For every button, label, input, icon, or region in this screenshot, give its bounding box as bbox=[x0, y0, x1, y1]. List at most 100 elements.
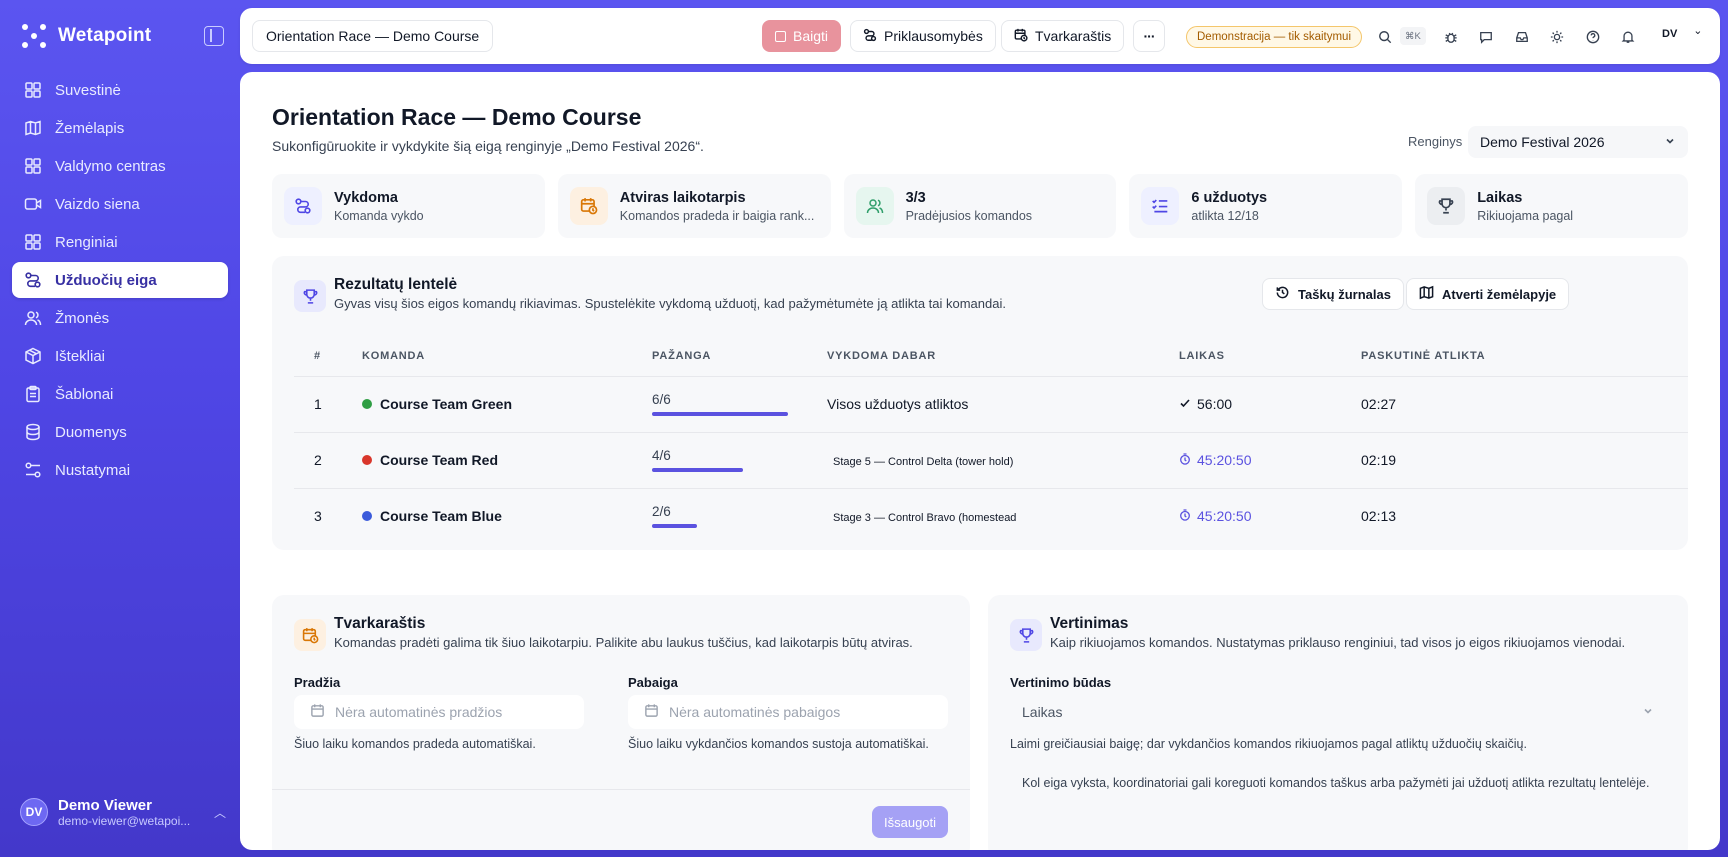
map-icon bbox=[1419, 285, 1434, 303]
calendar-icon bbox=[644, 703, 659, 721]
events-icon bbox=[24, 233, 42, 251]
current-task-cell[interactable]: Stage 5 — Control Delta (tower hold) bbox=[827, 432, 1179, 489]
stat-card: 6 užduotys atlikta 12/18 bbox=[1129, 174, 1403, 238]
user-menu[interactable]: DV Demo Viewer demo-viewer@wetapoi... ︿ bbox=[20, 794, 226, 830]
start-label: Pradžia bbox=[294, 675, 341, 690]
leaderboard-table: # KOMANDA PAŽANGA VYKDOMA DABAR LAIKAS PASKUT… bbox=[294, 336, 1688, 544]
current-task-cell: Visos užduotys atliktos bbox=[827, 376, 1179, 433]
sidebar-item-label: Valdymo centras bbox=[55, 157, 166, 175]
current-task-cell[interactable]: Stage 3 — Control Bravo (homestead bbox=[827, 488, 1179, 544]
sidebar-item-label: Šablonai bbox=[55, 385, 114, 403]
time: 56:00 bbox=[1179, 396, 1361, 412]
time-cell: 45:20:50 bbox=[1179, 432, 1361, 489]
bell-icon[interactable] bbox=[1621, 30, 1635, 44]
end-placeholder: Nėra automatinės pabaigos bbox=[669, 704, 841, 720]
topbar-user-initials: DV bbox=[1662, 28, 1678, 40]
sidebar-item-9[interactable]: Duomenys bbox=[12, 414, 228, 450]
sun-icon[interactable] bbox=[1550, 30, 1564, 44]
time-value: 45:20:50 bbox=[1197, 452, 1252, 468]
settings-icon bbox=[24, 461, 42, 479]
table-row[interactable]: 2 Course Team Red 4/6 Stage 5 — Control Del… bbox=[294, 432, 1688, 489]
scoring-method-select[interactable]: Laikas bbox=[1010, 695, 1666, 729]
sidebar-collapse-icon[interactable] bbox=[204, 26, 224, 46]
rank-cell: 3 bbox=[314, 508, 322, 525]
trophy-icon bbox=[294, 280, 326, 312]
list-check-icon bbox=[1141, 187, 1180, 225]
current-task[interactable]: Stage 3 — Control Bravo (homestead bbox=[827, 512, 1016, 524]
sidebar-item-6[interactable]: Žmonės bbox=[12, 300, 228, 336]
sidebar-item-7[interactable]: Ištekliai bbox=[12, 338, 228, 374]
topbar-user-menu[interactable]: DV ⌄ bbox=[1662, 25, 1703, 40]
calendar-clock-icon bbox=[569, 187, 608, 225]
column-header: KOMANDA bbox=[362, 336, 652, 377]
chat-icon[interactable] bbox=[1479, 30, 1493, 44]
search-icon[interactable] bbox=[1378, 30, 1392, 44]
sidebar-item-0[interactable]: Suvestinė bbox=[12, 72, 228, 108]
calendar-clock-icon bbox=[294, 619, 326, 651]
team-name: Course Team Green bbox=[380, 396, 513, 412]
sidebar-item-label: Užduočių eiga bbox=[55, 271, 157, 289]
team-color-dot bbox=[362, 455, 372, 465]
grid-icon bbox=[24, 157, 42, 175]
sidebar-item-label: Vaizdo siena bbox=[55, 195, 140, 213]
sidebar-item-8[interactable]: Šablonai bbox=[12, 376, 228, 412]
breadcrumb[interactable]: Orientation Race — Demo Course bbox=[252, 20, 494, 52]
clipboard-icon bbox=[24, 385, 42, 403]
stat-card: 3/3 Pradėjusios komandos bbox=[843, 174, 1117, 238]
sidebar-item-label: Žemėlapis bbox=[55, 119, 125, 137]
schedule-button[interactable]: Tvarkaraštis bbox=[1001, 20, 1125, 52]
save-button[interactable]: Išsaugoti bbox=[872, 806, 949, 838]
sidebar-item-5[interactable]: Užduočių eiga bbox=[12, 262, 228, 298]
main-content: Orientation Race — Demo Course Sukonfigū… bbox=[240, 72, 1720, 850]
dependencies-button[interactable]: Priklausomybės bbox=[850, 20, 996, 52]
finish-button[interactable]: Baigti bbox=[762, 20, 842, 52]
sidebar-item-4[interactable]: Renginiai bbox=[12, 224, 228, 260]
sidebar-item-label: Suvestinė bbox=[55, 81, 121, 99]
sidebar-item-3[interactable]: Vaizdo siena bbox=[12, 186, 228, 222]
scoring-subtitle: Kaip rikiuojamos komandos. Nustatymas pr… bbox=[1050, 635, 1626, 650]
sidebar-item-10[interactable]: Nustatymai bbox=[12, 452, 228, 488]
open-map-button[interactable]: Atverti žemėlapyje bbox=[1406, 278, 1570, 310]
inbox-icon[interactable] bbox=[1515, 30, 1529, 44]
time-value: 56:00 bbox=[1197, 396, 1233, 412]
timer-icon bbox=[1179, 508, 1191, 524]
stat-subtitle: Komanda vykdo bbox=[334, 208, 424, 223]
topbar: Orientation Race — Demo Course Baigti Pr… bbox=[240, 8, 1720, 64]
help-icon[interactable] bbox=[1586, 30, 1600, 44]
leaderboard-title: Rezultatų lentelė bbox=[334, 276, 458, 293]
column-header: VYKDOMA DABAR bbox=[827, 336, 1179, 377]
table-header-row: # KOMANDA PAŽANGA VYKDOMA DABAR LAIKAS PASKUT… bbox=[294, 336, 1688, 377]
stop-icon bbox=[775, 30, 786, 42]
more-button[interactable]: ··· bbox=[1133, 20, 1165, 52]
time: 45:20:50 bbox=[1179, 452, 1361, 468]
time: 45:20:50 bbox=[1179, 508, 1361, 524]
brand[interactable]: Wetapoint bbox=[22, 22, 151, 50]
user-name: Demo Viewer bbox=[58, 796, 152, 814]
team-name: Course Team Red bbox=[380, 452, 498, 468]
stat-subtitle: Komandos pradeda ir baigia rank... bbox=[619, 208, 815, 223]
event-select[interactable]: Demo Festival 2026 bbox=[1468, 126, 1688, 158]
progress-label: 2/6 bbox=[652, 504, 671, 520]
sidebar-item-label: Žmonės bbox=[55, 309, 110, 327]
timer-icon bbox=[1179, 452, 1191, 468]
current-task[interactable]: Stage 5 — Control Delta (tower hold) bbox=[827, 456, 1013, 468]
sidebar-item-1[interactable]: Žemėlapis bbox=[12, 110, 228, 146]
progress-bar bbox=[652, 468, 743, 472]
table-row[interactable]: 3 Course Team Blue 2/6 Stage 3 — Control Br… bbox=[294, 488, 1688, 544]
end-input[interactable]: Nėra automatinės pabaigos bbox=[628, 695, 948, 729]
table-row[interactable]: 1 Course Team Green 6/6 Visos užduotys atli… bbox=[294, 376, 1688, 433]
page-subtitle: Sukonfigūruokite ir vykdykite šią eigą r… bbox=[272, 138, 704, 154]
time-cell: 45:20:50 bbox=[1179, 488, 1361, 544]
sidebar-item-label: Duomenys bbox=[55, 423, 127, 441]
user-meta: Demo Viewer demo-viewer@wetapoi... bbox=[58, 797, 204, 828]
leaderboard-panel: Rezultatų lentelė Gyvas visų šios eigos … bbox=[272, 256, 1688, 550]
sidebar-nav: Suvestinė Žemėlapis Valdymo centras Vaizdo … bbox=[12, 72, 228, 490]
trophy-icon bbox=[1427, 187, 1466, 225]
sidebar-item-2[interactable]: Valdymo centras bbox=[12, 148, 228, 184]
column-header: LAIKAS bbox=[1179, 336, 1361, 377]
start-input[interactable]: Nėra automatinės pradžios bbox=[294, 695, 584, 729]
event-select-value: Demo Festival 2026 bbox=[1480, 134, 1605, 150]
start-hint: Šiuo laiku komandos pradeda automatiškai… bbox=[294, 737, 536, 751]
points-log-button[interactable]: Taškų žurnalas bbox=[1262, 278, 1404, 310]
bug-icon[interactable] bbox=[1444, 30, 1458, 44]
